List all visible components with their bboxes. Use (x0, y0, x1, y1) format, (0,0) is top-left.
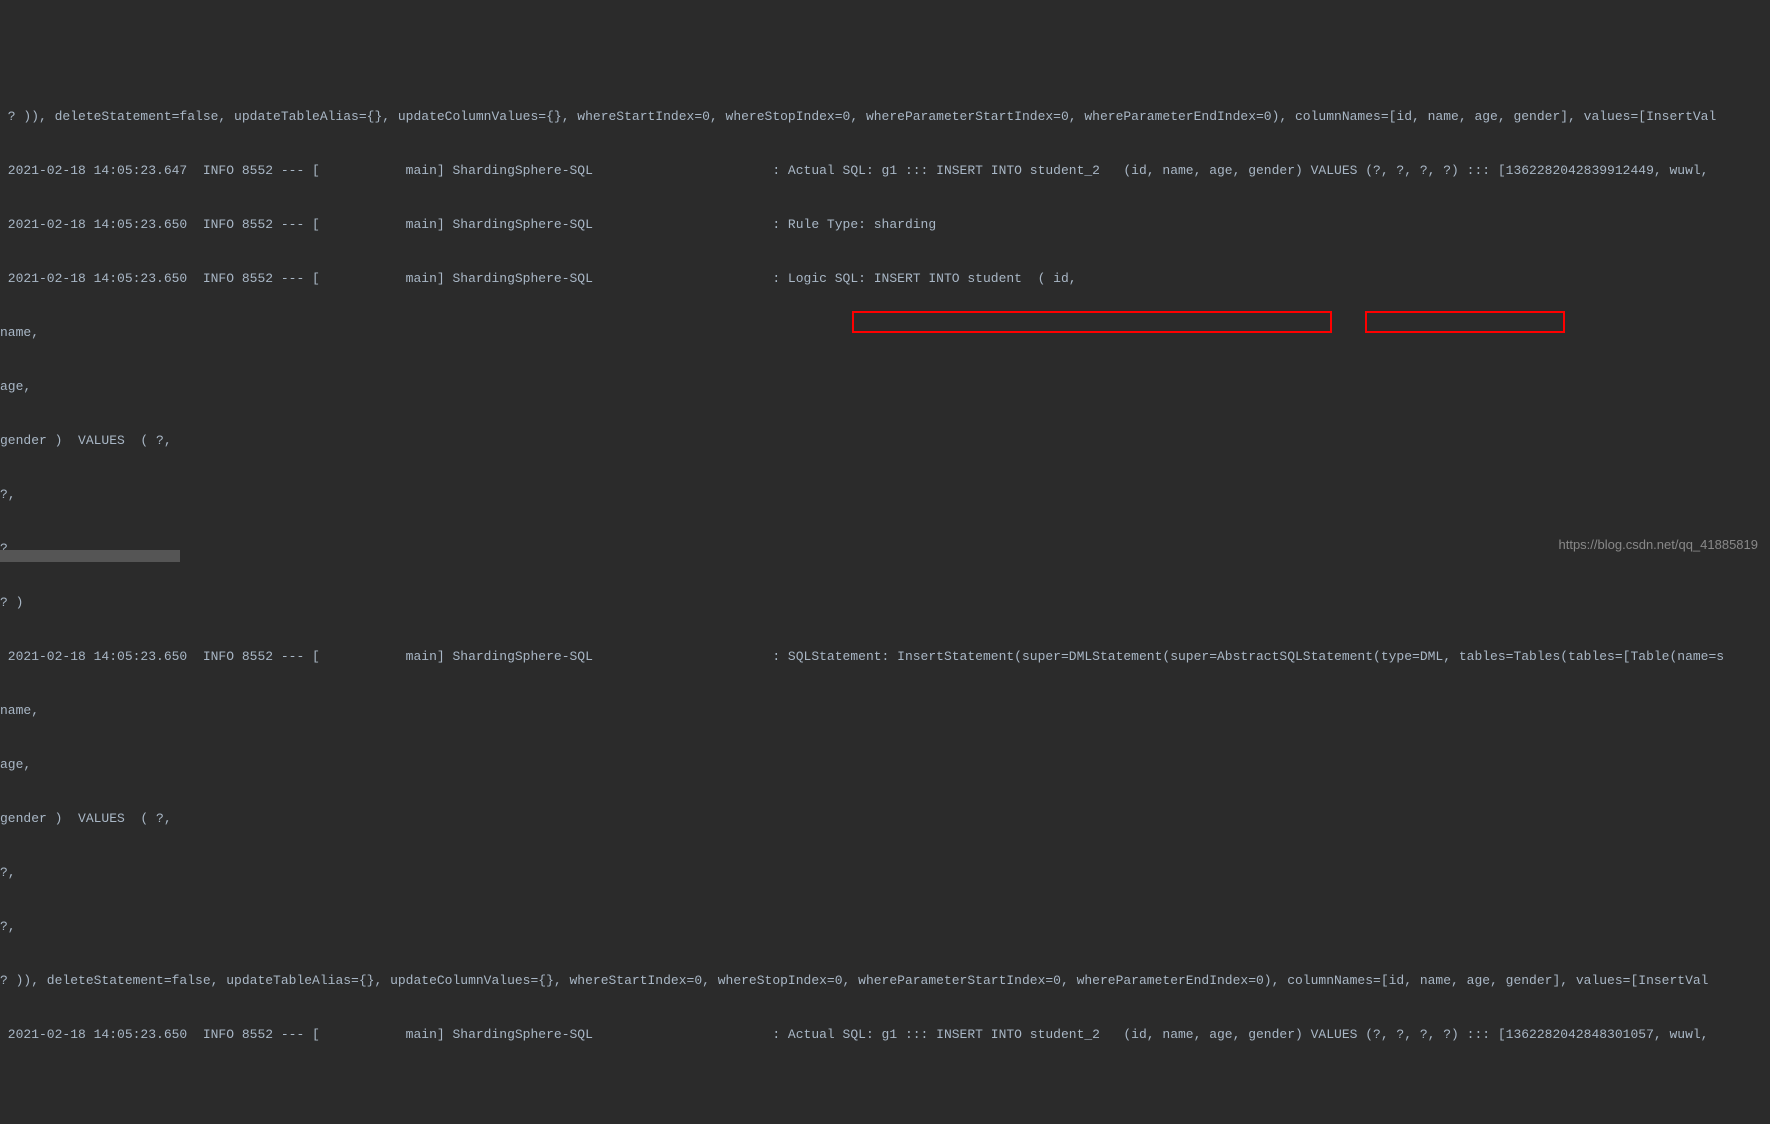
log-line: 2021-02-18 14:05:23.647 INFO 8552 --- [ … (0, 162, 1770, 180)
log-line: ?, (0, 540, 1770, 558)
console-log-output: ? )), deleteStatement=false, updateTable… (0, 72, 1770, 1124)
log-line: name, (0, 324, 1770, 342)
watermark-text: https://blog.csdn.net/qq_41885819 (1559, 536, 1759, 554)
log-line: ?, (0, 864, 1770, 882)
horizontal-scrollbar[interactable] (0, 550, 180, 562)
log-line: age, (0, 378, 1770, 396)
log-line: gender ) VALUES ( ?, (0, 810, 1770, 828)
log-line: 2021-02-18 14:05:23.650 INFO 8552 --- [ … (0, 216, 1770, 234)
log-line: 2021-02-18 14:05:23.650 INFO 8552 --- [ … (0, 270, 1770, 288)
log-line: ? )), deleteStatement=false, updateTable… (0, 972, 1770, 990)
log-line: ?, (0, 918, 1770, 936)
log-line: name, (0, 702, 1770, 720)
log-line: ? ) (0, 594, 1770, 612)
log-line: ?, (0, 486, 1770, 504)
log-line (0, 1080, 1770, 1098)
log-line: 2021-02-18 14:05:23.650 INFO 8552 --- [ … (0, 1026, 1770, 1044)
log-line: 2021-02-18 14:05:23.650 INFO 8552 --- [ … (0, 648, 1770, 666)
log-line: gender ) VALUES ( ?, (0, 432, 1770, 450)
log-line: ? )), deleteStatement=false, updateTable… (0, 108, 1770, 126)
log-line: age, (0, 756, 1770, 774)
